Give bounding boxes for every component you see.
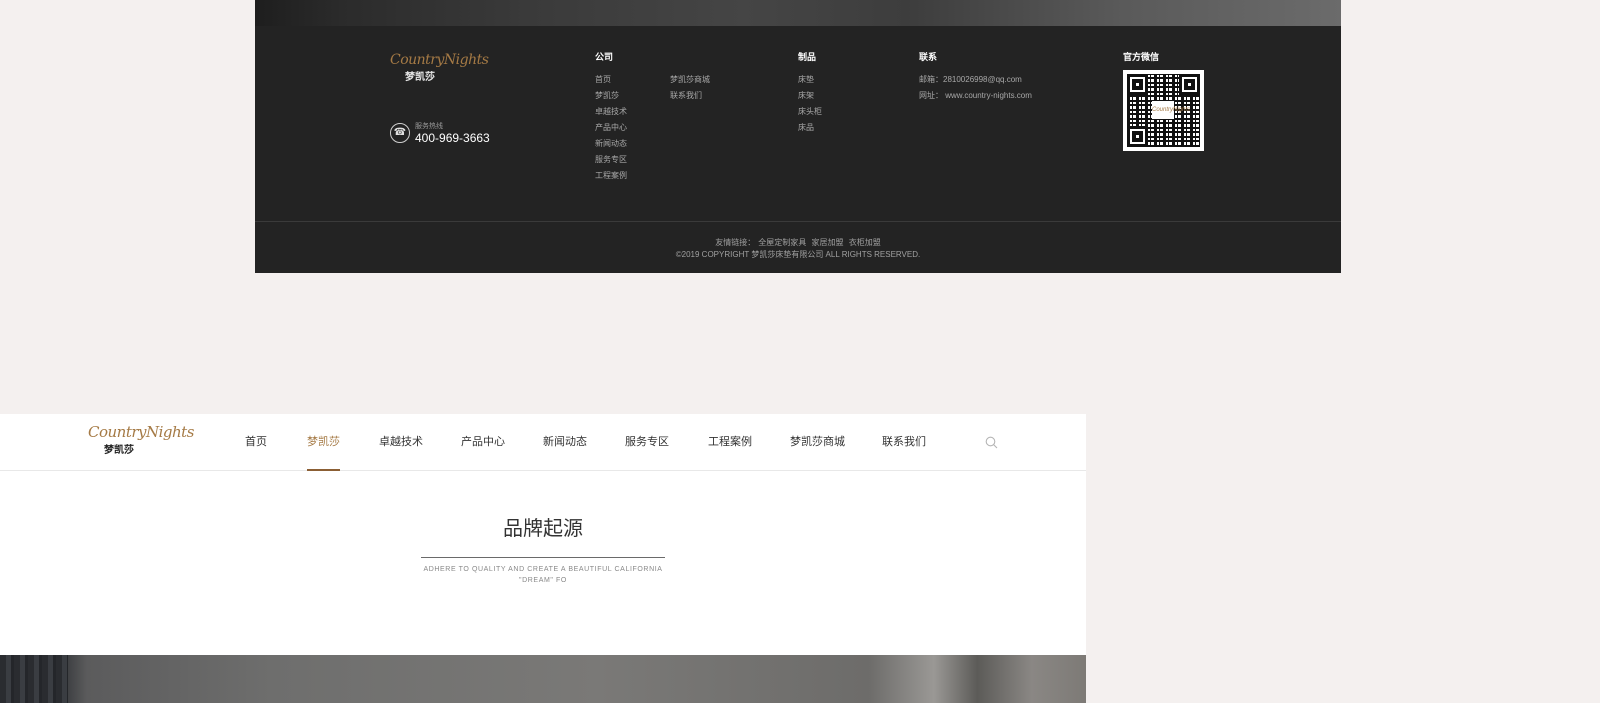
site-logo[interactable]: CountryNights 梦凯莎 <box>88 423 194 456</box>
footer-section: CountryNights 梦凯莎 ☎ 服务热线 400-969-3663 公司… <box>255 0 1341 273</box>
curtain-image-detail <box>0 655 68 703</box>
logo-cn-text: 梦凯莎 <box>104 445 134 456</box>
brand-hero-image <box>0 655 1086 703</box>
contact-email[interactable]: 邮箱：2810026998@qq.com <box>919 72 1032 88</box>
nav-item-news[interactable]: 新闻动态 <box>543 433 587 470</box>
footer-link[interactable]: 床品 <box>798 120 822 136</box>
brand-page-preview: CountryNights 梦凯莎 首页 梦凯莎 卓越技术 产品中心 新闻动态 … <box>0 414 1086 703</box>
footer-link[interactable]: 首页 <box>595 72 627 88</box>
hero-image-strip <box>255 0 1341 26</box>
footer-link[interactable]: 梦凯莎 <box>595 88 627 104</box>
company-links-col1: 首页 梦凯莎 卓越技术 产品中心 新闻动态 服务专区 工程案例 <box>595 72 627 184</box>
section-subtitle: ADHERE TO QUALITY AND CREATE A BEAUTIFUL… <box>423 566 663 584</box>
footer-link[interactable]: 梦凯莎商城 <box>670 72 710 88</box>
hotline-label: 服务热线 <box>415 123 443 130</box>
column-title: 官方微信 <box>1123 52 1160 62</box>
section-title: 品牌起源 <box>503 518 583 540</box>
copyright-text: ©2019 COPYRIGHT 梦凯莎床垫有限公司 ALL RIGHTS RES… <box>675 250 921 259</box>
search-icon[interactable] <box>985 436 998 449</box>
friend-links-label: 友情链接： <box>715 238 756 247</box>
column-title: 公司 <box>595 52 614 62</box>
footer-link[interactable]: 新闻动态 <box>595 136 627 152</box>
footer-column-wechat: 官方微信 CountryNights <box>1123 50 1204 151</box>
nav-item-service[interactable]: 服务专区 <box>625 433 669 470</box>
title-divider <box>421 557 665 558</box>
friend-link[interactable]: 衣柜加盟 <box>849 238 881 247</box>
company-links-col2: 梦凯莎商城 联系我们 <box>670 72 710 184</box>
brand-origin-section: 品牌起源 ADHERE TO QUALITY AND CREATE A BEAU… <box>0 471 1086 655</box>
friend-link[interactable]: 全屋定制家具 <box>758 238 806 247</box>
footer-divider <box>255 221 1341 222</box>
footer-link[interactable]: 床垫 <box>798 72 822 88</box>
footer-column-company: 公司 首页 梦凯莎 卓越技术 产品中心 新闻动态 服务专区 工程案例 梦凯莎商城… <box>595 50 710 184</box>
column-title: 联系 <box>919 52 938 62</box>
friend-links: 友情链接： 全屋定制家具 家居加盟 衣柜加盟 <box>255 237 1341 248</box>
footer-column-products: 制品 床垫 床架 床头柜 床品 <box>798 50 822 136</box>
footer-link[interactable]: 产品中心 <box>595 120 627 136</box>
footer-link[interactable]: 床架 <box>798 88 822 104</box>
top-navigation: CountryNights 梦凯莎 首页 梦凯莎 卓越技术 产品中心 新闻动态 … <box>0 414 1086 471</box>
nav-item-cases[interactable]: 工程案例 <box>708 433 752 470</box>
contact-website[interactable]: 网址： www.country-nights.com <box>919 88 1032 104</box>
friend-link[interactable]: 家居加盟 <box>812 238 844 247</box>
nav-item-shop[interactable]: 梦凯莎商城 <box>790 433 845 470</box>
logo-cn-text: 梦凯莎 <box>405 72 435 83</box>
footer: CountryNights 梦凯莎 ☎ 服务热线 400-969-3663 公司… <box>255 26 1341 273</box>
qr-center-logo: CountryNights <box>1152 101 1190 119</box>
wechat-qr-code: CountryNights <box>1123 70 1204 151</box>
nav-item-technology[interactable]: 卓越技术 <box>379 433 423 470</box>
footer-link[interactable]: 床头柜 <box>798 104 822 120</box>
footer-link[interactable]: 卓越技术 <box>595 104 627 120</box>
logo-script-text: CountryNights <box>390 52 489 68</box>
footer-column-contact: 联系 邮箱：2810026998@qq.com 网址： www.country-… <box>919 50 1032 104</box>
nav-item-products[interactable]: 产品中心 <box>461 433 505 470</box>
nav-item-brand[interactable]: 梦凯莎 <box>307 433 340 471</box>
phone-icon: ☎ <box>390 123 410 143</box>
footer-link[interactable]: 工程案例 <box>595 168 627 184</box>
column-title: 制品 <box>798 52 817 62</box>
nav-item-home[interactable]: 首页 <box>245 433 267 470</box>
logo-script-text: CountryNights <box>88 423 194 441</box>
hotline-number[interactable]: 400-969-3663 <box>415 131 490 145</box>
nav-item-contact[interactable]: 联系我们 <box>882 433 926 470</box>
footer-link[interactable]: 联系我们 <box>670 88 710 104</box>
footer-logo[interactable]: CountryNights 梦凯莎 <box>390 52 489 83</box>
footer-link[interactable]: 服务专区 <box>595 152 627 168</box>
